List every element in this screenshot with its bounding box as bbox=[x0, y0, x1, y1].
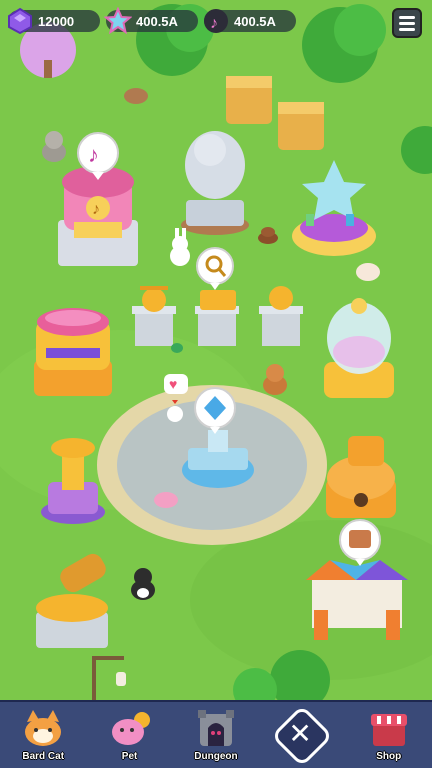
gem-counter[interactable]: 12000 bbox=[8, 7, 100, 35]
nav-label-shop: Shop bbox=[376, 751, 402, 762]
pink-pig-npc[interactable] bbox=[154, 492, 178, 508]
note-counter[interactable]: ♪ 400.5A bbox=[204, 9, 296, 33]
svg-text:♪: ♪ bbox=[92, 201, 100, 218]
game-map[interactable]: ♪ ♪ ♥ bbox=[0, 0, 432, 700]
music-building[interactable]: ♪ bbox=[58, 166, 138, 266]
svg-text:♪: ♪ bbox=[210, 15, 218, 32]
market-stall[interactable] bbox=[306, 560, 408, 640]
star-counter[interactable]: 400.5A bbox=[104, 7, 198, 35]
heart-bubble[interactable]: ♥ bbox=[164, 374, 188, 394]
gem-pot-building[interactable] bbox=[34, 308, 112, 396]
hamburger-line bbox=[399, 21, 415, 25]
hamburger-line bbox=[399, 27, 415, 31]
hay-bale-2 bbox=[278, 102, 324, 150]
nav-label-pet: Pet bbox=[121, 751, 138, 762]
nav-shop[interactable]: Shop bbox=[349, 702, 429, 768]
nav-label-dungeon: Dungeon bbox=[194, 751, 238, 762]
purple-gem-icon bbox=[8, 7, 32, 35]
small-slime-npc[interactable] bbox=[171, 343, 183, 353]
nav-close[interactable]: ✕ bbox=[262, 702, 342, 768]
tree-stump bbox=[124, 88, 148, 104]
hay-bale-1 bbox=[226, 76, 272, 124]
rainbow-star-icon bbox=[104, 7, 132, 35]
pet-icon bbox=[111, 712, 150, 745]
nav-pet[interactable]: Pet bbox=[90, 702, 170, 768]
hamburger-icon bbox=[399, 15, 415, 19]
svg-text:♪: ♪ bbox=[88, 142, 99, 167]
sheep-npc[interactable] bbox=[356, 263, 380, 281]
svg-text:♥: ♥ bbox=[169, 376, 177, 392]
pedestal-book[interactable] bbox=[195, 290, 239, 346]
menu-button[interactable] bbox=[392, 8, 422, 38]
nav-dungeon[interactable]: Dungeon bbox=[176, 702, 256, 768]
gem-count: 12000 bbox=[38, 13, 75, 29]
dungeon-gate-icon bbox=[197, 710, 234, 746]
star-count: 400.5A bbox=[136, 13, 178, 29]
nav-bard-cat[interactable]: Bard Cat bbox=[3, 702, 83, 768]
note-count: 400.5A bbox=[234, 13, 276, 29]
close-icon: ✕ bbox=[288, 718, 312, 749]
bottom-nav: Bard Cat Pet Dungeon ✕ Shop bbox=[0, 700, 432, 768]
nav-label-bard-cat: Bard Cat bbox=[22, 751, 65, 762]
shop-icon bbox=[370, 714, 407, 746]
bard-cat-icon bbox=[25, 710, 62, 746]
cat-statue[interactable] bbox=[181, 131, 249, 235]
music-note-icon: ♪ bbox=[204, 9, 228, 33]
